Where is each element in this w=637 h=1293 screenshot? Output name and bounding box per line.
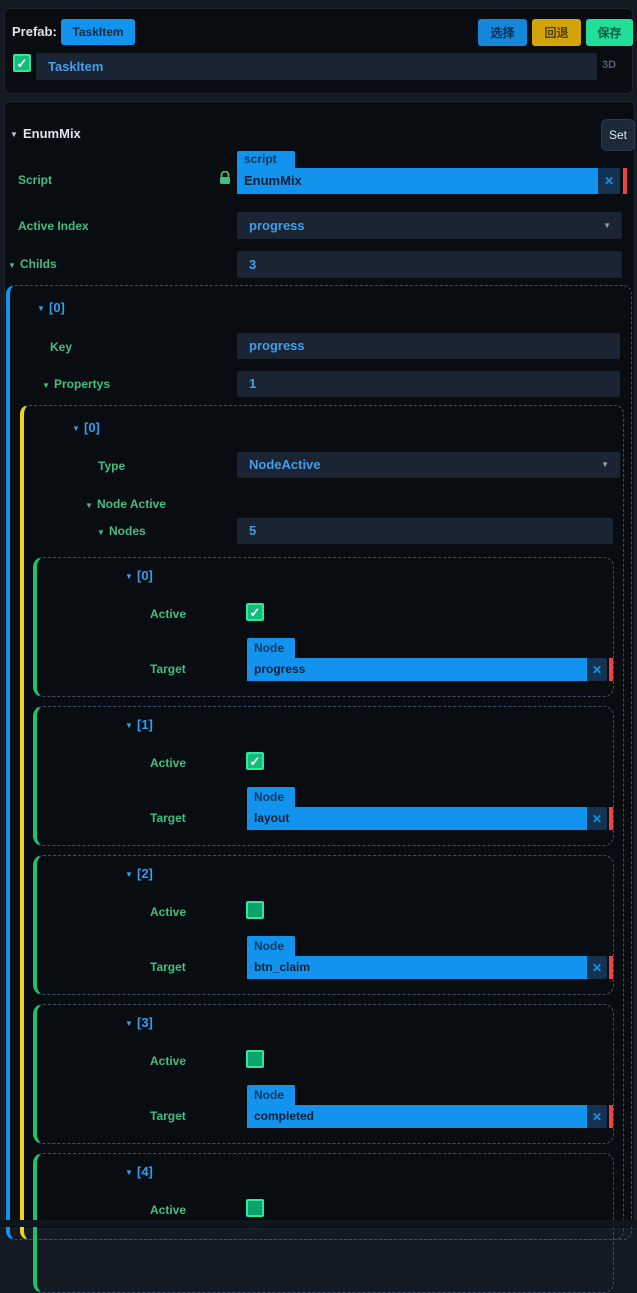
nodes-label: Nodes [109,524,146,538]
node-entry-1: ▼ [1] Active Target Node layout ✕ [33,706,614,846]
target-clear-icon[interactable]: ✕ [587,807,607,830]
active-label: Active [150,756,187,770]
active-checkbox[interactable] [246,1199,264,1217]
target-clear-icon[interactable]: ✕ [587,1105,607,1128]
type-label: Type [98,459,126,473]
set-button[interactable]: Set [601,119,635,151]
prefab-label: Prefab: [12,24,57,39]
active-index-value: progress [249,218,305,233]
target-node-field[interactable]: layout [247,807,587,830]
select-button[interactable]: 选择 [478,19,527,46]
node-entry-2: ▼ [2] Active Target Node btn_claim ✕ [33,855,614,995]
target-type-tag: Node [247,638,295,658]
component-title: EnumMix [23,126,81,141]
active-label: Active [150,905,187,919]
property0-index: [0] [84,420,100,435]
component-collapse-icon[interactable]: ▼ [10,128,18,142]
child0-index: [0] [49,300,65,315]
target-label: Target [150,662,186,676]
target-modified-bar [609,658,613,681]
active-label: Active [150,1203,187,1217]
target-type-tag: Node [247,787,295,807]
node-entry-index: [1] [137,717,153,732]
propertys-count: 1 [249,376,257,391]
lock-icon [219,170,231,190]
target-clear-icon[interactable]: ✕ [587,956,607,979]
node-name: TaskItem [48,59,104,74]
active-index-label: Active Index [18,219,89,233]
node-entry-collapse-icon[interactable]: ▼ [125,1017,133,1031]
childs-label: Childs [20,257,57,271]
chevron-down-icon: ▼ [601,460,609,469]
childs-count: 3 [249,257,257,272]
target-node-field[interactable]: completed [247,1105,587,1128]
nodes-count: 5 [249,523,257,538]
node-active-label: Node Active [97,497,166,511]
propertys-count-field[interactable]: 1 [237,371,620,397]
target-label: Target [150,960,186,974]
node-entry-index: [0] [137,568,153,583]
target-modified-bar [609,1105,613,1128]
nodes-collapse-icon[interactable]: ▼ [97,526,105,540]
childs-collapse-icon[interactable]: ▼ [8,259,16,273]
type-dropdown[interactable]: NodeActive ▼ [237,452,620,478]
type-value: NodeActive [249,457,321,472]
node-entry-0: ▼ [0] Active Target Node progress ✕ [33,557,614,697]
key-field[interactable]: progress [237,333,620,359]
node-name-field[interactable]: TaskItem [36,53,597,80]
active-checkbox[interactable] [246,901,264,919]
badge-3d: 3D [602,59,617,71]
target-type-tag: Node [247,936,295,956]
prefab-asset-button[interactable]: TaskItem [61,19,135,45]
active-checkbox[interactable] [246,603,264,621]
target-clear-icon[interactable]: ✕ [587,658,607,681]
node-entry-3: ▼ [3] Active Target Node completed ✕ [33,1004,614,1144]
node-entry-index: [4] [137,1164,153,1179]
revert-button[interactable]: 回退 [532,19,581,46]
active-checkbox[interactable] [246,752,264,770]
child0-collapse-icon[interactable]: ▼ [37,302,45,316]
childs-count-field[interactable]: 3 [237,251,622,278]
target-node-field[interactable]: progress [247,658,587,681]
nodes-count-field[interactable]: 5 [237,518,613,544]
script-clear-icon[interactable]: ✕ [598,168,620,194]
target-type-tag: Node [247,1085,295,1105]
node-entry-index: [2] [137,866,153,881]
active-checkbox[interactable] [246,1050,264,1068]
target-modified-bar [609,956,613,979]
node-active-checkbox[interactable] [13,54,31,72]
key-value: progress [249,338,305,353]
node-entry-index: [3] [137,1015,153,1030]
property0-collapse-icon[interactable]: ▼ [72,422,80,436]
propertys-label: Propertys [54,377,111,391]
target-label: Target [150,1109,186,1123]
node-entry-collapse-icon[interactable]: ▼ [125,868,133,882]
node-entry-collapse-icon[interactable]: ▼ [125,570,133,584]
node-active-collapse-icon[interactable]: ▼ [85,499,93,513]
save-button[interactable]: 保存 [586,19,633,46]
target-label: Target [150,811,186,825]
propertys-collapse-icon[interactable]: ▼ [42,379,50,393]
key-label: Key [50,340,73,354]
active-label: Active [150,607,187,621]
script-type-tag: script [237,151,295,168]
chevron-down-icon: ▼ [603,221,611,230]
script-value-field[interactable]: EnumMix [237,168,598,194]
active-index-dropdown[interactable]: progress ▼ [237,212,622,239]
target-node-field[interactable]: btn_claim [247,956,587,979]
active-label: Active [150,1054,187,1068]
node-entry-collapse-icon[interactable]: ▼ [125,719,133,733]
script-label: Script [18,173,53,187]
node-entry-collapse-icon[interactable]: ▼ [125,1166,133,1180]
target-modified-bar [609,807,613,830]
script-modified-bar [623,168,627,194]
panel-bottom-edge [0,1220,637,1227]
